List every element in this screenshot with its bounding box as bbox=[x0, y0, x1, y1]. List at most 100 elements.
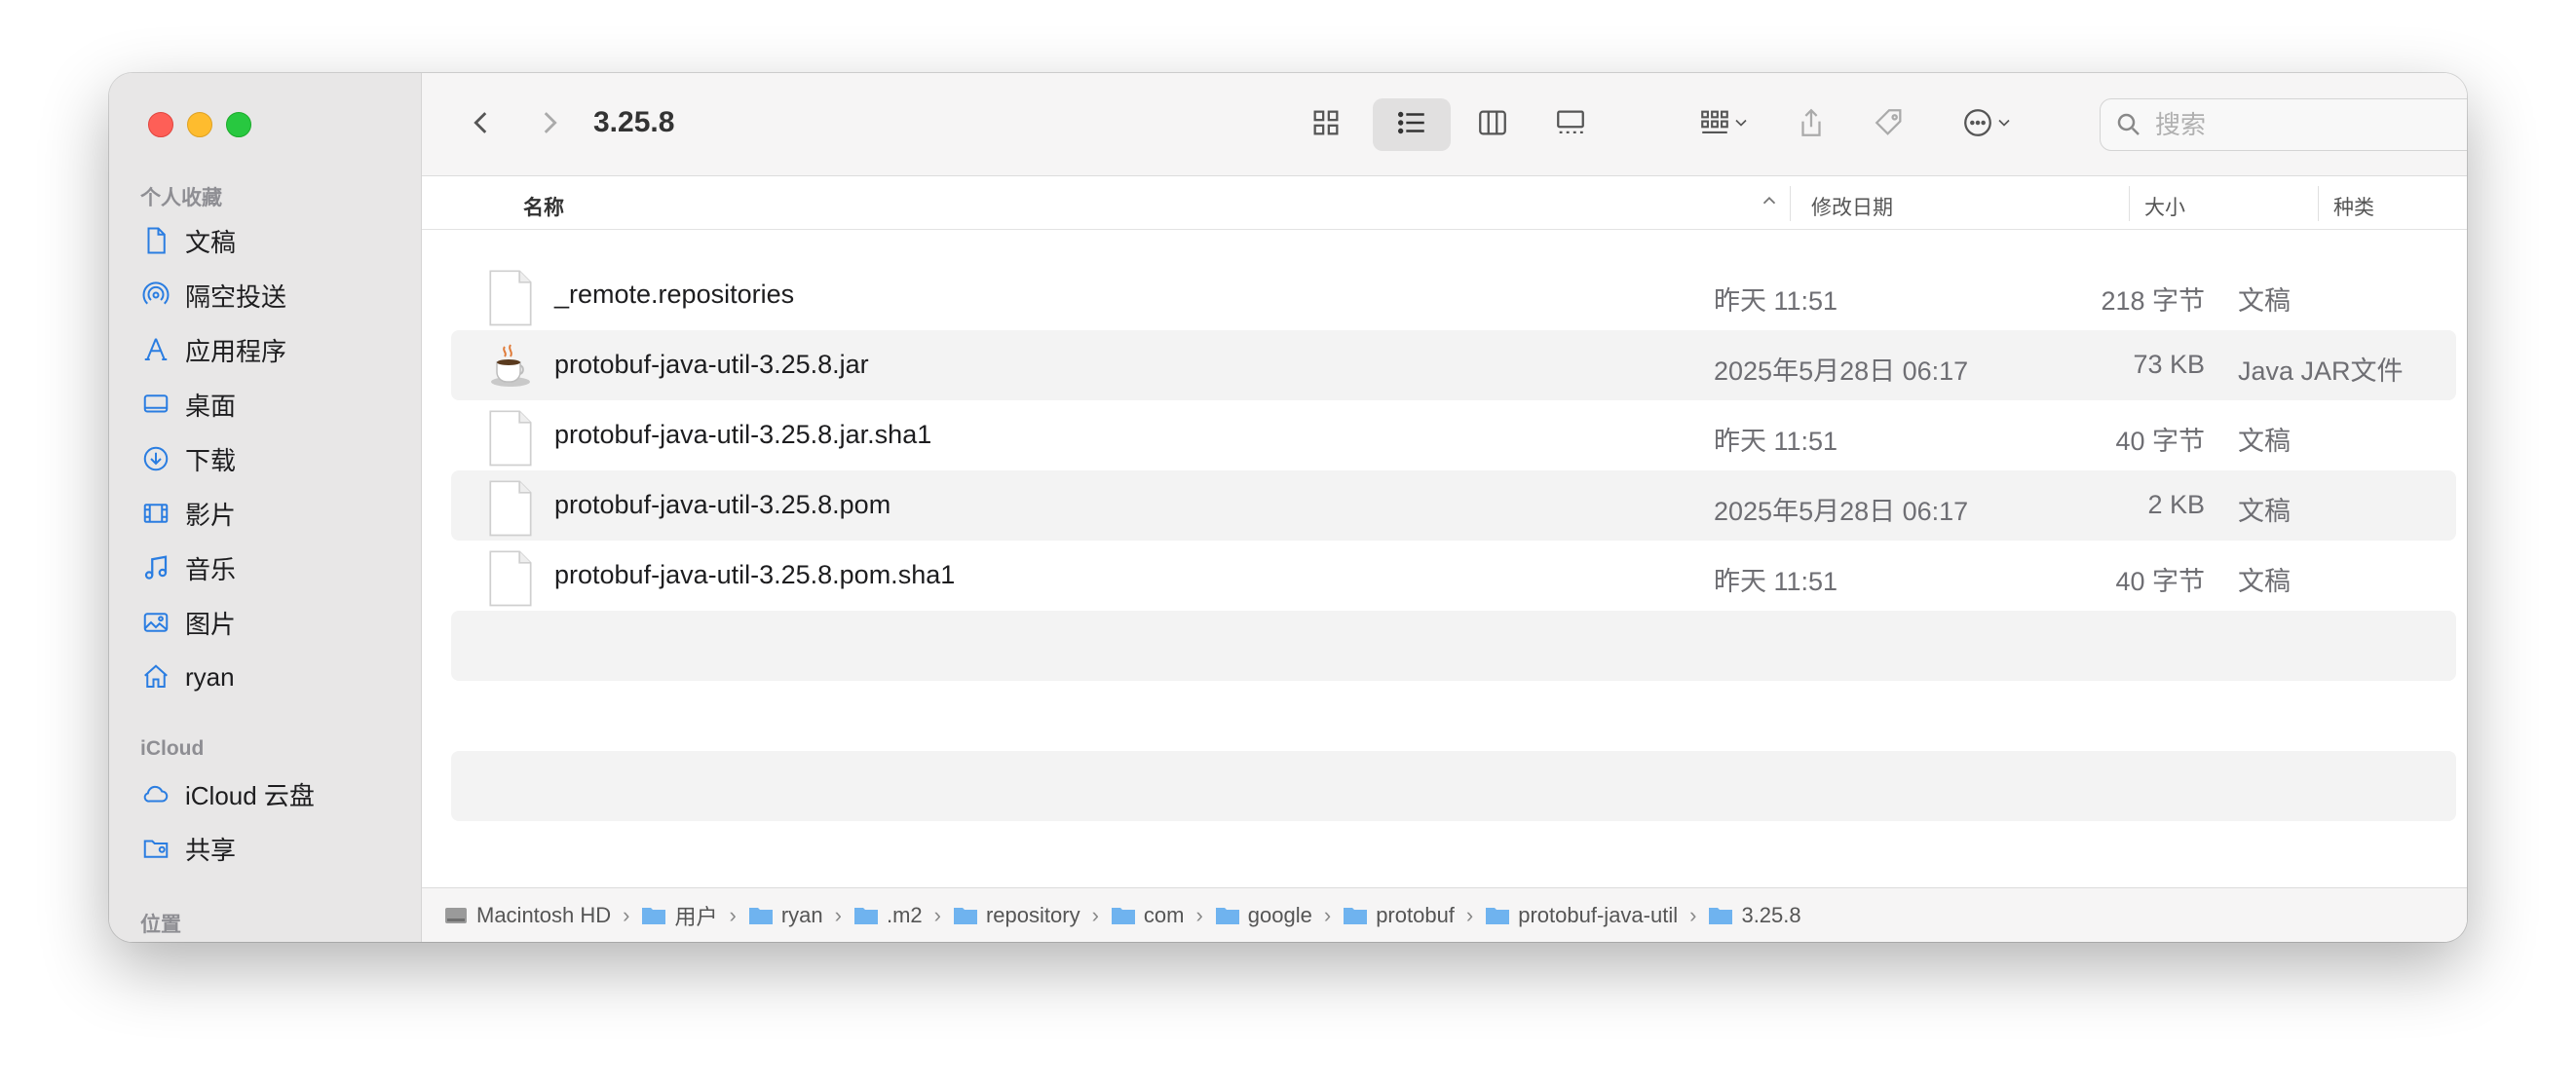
file-name: protobuf-java-util-3.25.8.pom bbox=[554, 490, 891, 519]
empty-row bbox=[451, 751, 2456, 821]
applications-icon bbox=[140, 334, 171, 365]
tag-icon bbox=[1873, 106, 1906, 144]
movies-icon bbox=[140, 498, 171, 529]
path-crumb[interactable]: 3.25.8 bbox=[1708, 903, 1801, 928]
file-date: 昨天 11:51 bbox=[1714, 427, 1838, 456]
document-icon bbox=[140, 225, 171, 256]
sidebar-item-airdrop[interactable]: 隔空投送 bbox=[140, 274, 403, 317]
folder-icon bbox=[1343, 905, 1368, 926]
more-actions-button[interactable] bbox=[1948, 98, 2027, 151]
file-kind: 文稿 bbox=[2238, 567, 2291, 596]
share-icon bbox=[1795, 106, 1828, 144]
sidebar-item-label: iCloud 云盘 bbox=[185, 780, 315, 810]
path-crumb[interactable]: protobuf › bbox=[1343, 903, 1485, 928]
file-kind: 文稿 bbox=[2238, 427, 2291, 456]
locations-header: 位置 bbox=[140, 914, 181, 936]
chevron-right-icon bbox=[533, 106, 566, 144]
sidebar-item-shared[interactable]: 共享 bbox=[140, 827, 403, 870]
file-size: 218 字节 bbox=[2101, 286, 2205, 316]
sort-ascending-icon bbox=[1759, 190, 1780, 217]
chevron-left-icon bbox=[465, 106, 498, 144]
path-crumb[interactable]: ryan › bbox=[748, 903, 853, 928]
sidebar-item-desktop[interactable]: 桌面 bbox=[140, 383, 403, 426]
path-bar: Macintosh HD › 用户 › ryan › .m2 › repository ›… bbox=[422, 887, 2467, 942]
sidebar-item-label: 图片 bbox=[185, 609, 237, 639]
sidebar-item-pictures[interactable]: 图片 bbox=[140, 601, 403, 644]
forward-button[interactable] bbox=[525, 98, 574, 151]
sidebar-item-applications[interactable]: 应用程序 bbox=[140, 328, 403, 371]
path-crumb[interactable]: com › bbox=[1111, 903, 1215, 928]
path-crumb[interactable]: protobuf-java-util › bbox=[1485, 903, 1708, 928]
document-file-icon bbox=[488, 409, 533, 467]
sidebar-item-icloud-drive[interactable]: iCloud 云盘 bbox=[140, 772, 403, 815]
file-kind: 文稿 bbox=[2238, 497, 2291, 526]
tag-button[interactable] bbox=[1860, 98, 1918, 151]
file-date: 昨天 11:51 bbox=[1714, 286, 1838, 316]
list-view-button[interactable] bbox=[1373, 98, 1451, 151]
icon-view-button[interactable] bbox=[1295, 98, 1357, 151]
search-input[interactable] bbox=[2153, 108, 2467, 141]
favorites-header: 个人收藏 bbox=[140, 187, 222, 209]
file-name: _remote.repositories bbox=[554, 280, 795, 309]
home-icon bbox=[140, 661, 171, 693]
file-row[interactable]: protobuf-java-util-3.25.8.pom.sha1 昨天 11… bbox=[451, 541, 2456, 611]
grid-icon bbox=[1309, 106, 1343, 144]
sidebar-item-documents[interactable]: 文稿 bbox=[140, 219, 403, 262]
sidebar-item-label: ryan bbox=[185, 661, 235, 692]
gallery-icon bbox=[1554, 106, 1587, 144]
file-row[interactable]: protobuf-java-util-3.25.8.jar.sha1 昨天 11… bbox=[451, 400, 2456, 470]
sidebar-item-downloads[interactable]: 下载 bbox=[140, 437, 403, 480]
group-by-button[interactable] bbox=[1685, 98, 1764, 151]
minimize-window-button[interactable] bbox=[187, 112, 212, 137]
file-row[interactable]: _remote.repositories 昨天 11:51 218 字节 文稿 bbox=[451, 260, 2456, 330]
zoom-window-button[interactable] bbox=[226, 112, 251, 137]
empty-row bbox=[451, 611, 2456, 681]
toolbar: 3.25.8 bbox=[422, 73, 2467, 176]
column-name-header[interactable]: 名称 bbox=[523, 192, 564, 221]
column-header: 名称 修改日期 大小 种类 bbox=[422, 176, 2467, 230]
cloud-icon bbox=[140, 778, 171, 809]
file-row[interactable]: protobuf-java-util-3.25.8.pom 2025年5月28日… bbox=[451, 470, 2456, 541]
java-jar-icon bbox=[488, 339, 533, 394]
folder-icon bbox=[1111, 905, 1136, 926]
share-button[interactable] bbox=[1782, 98, 1840, 151]
folder-icon bbox=[641, 905, 666, 926]
sidebar: 个人收藏 文稿 隔空投送 应用程序 桌面 下载 影片 音乐 图片 ryan iC… bbox=[109, 73, 422, 942]
folder-icon bbox=[1215, 905, 1240, 926]
sidebar-item-label: 音乐 bbox=[185, 554, 237, 584]
path-crumb[interactable]: repository › bbox=[953, 903, 1111, 928]
document-file-icon bbox=[488, 269, 533, 326]
sidebar-item-movies[interactable]: 影片 bbox=[140, 492, 403, 535]
sidebar-item-label: 共享 bbox=[185, 835, 237, 865]
column-date-header[interactable]: 修改日期 bbox=[1811, 192, 1893, 221]
file-row[interactable]: protobuf-java-util-3.25.8.jar 2025年5月28日… bbox=[451, 330, 2456, 400]
pictures-icon bbox=[140, 607, 171, 638]
document-file-icon bbox=[488, 549, 533, 607]
file-date: 2025年5月28日 06:17 bbox=[1714, 356, 1969, 386]
gallery-view-button[interactable] bbox=[1536, 98, 1605, 151]
column-size-header[interactable]: 大小 bbox=[2144, 192, 2185, 221]
file-name: protobuf-java-util-3.25.8.pom.sha1 bbox=[554, 560, 956, 589]
path-crumb[interactable]: google › bbox=[1215, 903, 1343, 928]
file-size: 40 字节 bbox=[2115, 567, 2205, 596]
path-crumb[interactable]: .m2 › bbox=[853, 903, 953, 928]
back-button[interactable] bbox=[457, 98, 506, 151]
folder-icon bbox=[1485, 905, 1510, 926]
sidebar-item-music[interactable]: 音乐 bbox=[140, 546, 403, 589]
hard-drive-icon bbox=[443, 905, 469, 926]
file-size: 40 字节 bbox=[2115, 427, 2205, 456]
path-crumb[interactable]: 用户 › bbox=[641, 900, 747, 931]
path-crumb[interactable]: Macintosh HD › bbox=[443, 903, 641, 928]
sidebar-item-label: 应用程序 bbox=[185, 336, 287, 366]
file-date: 2025年5月28日 06:17 bbox=[1714, 497, 1969, 526]
file-kind: Java JAR文件 bbox=[2238, 356, 2404, 386]
close-window-button[interactable] bbox=[148, 112, 173, 137]
music-icon bbox=[140, 552, 171, 583]
column-kind-header[interactable]: 种类 bbox=[2333, 192, 2374, 221]
sidebar-item-home[interactable]: ryan bbox=[140, 656, 403, 698]
column-view-button[interactable] bbox=[1458, 98, 1527, 151]
airdrop-icon bbox=[140, 280, 171, 311]
file-size: 2 KB bbox=[2147, 490, 2205, 519]
search-field[interactable] bbox=[2100, 98, 2467, 151]
home-folder-icon bbox=[748, 905, 774, 926]
